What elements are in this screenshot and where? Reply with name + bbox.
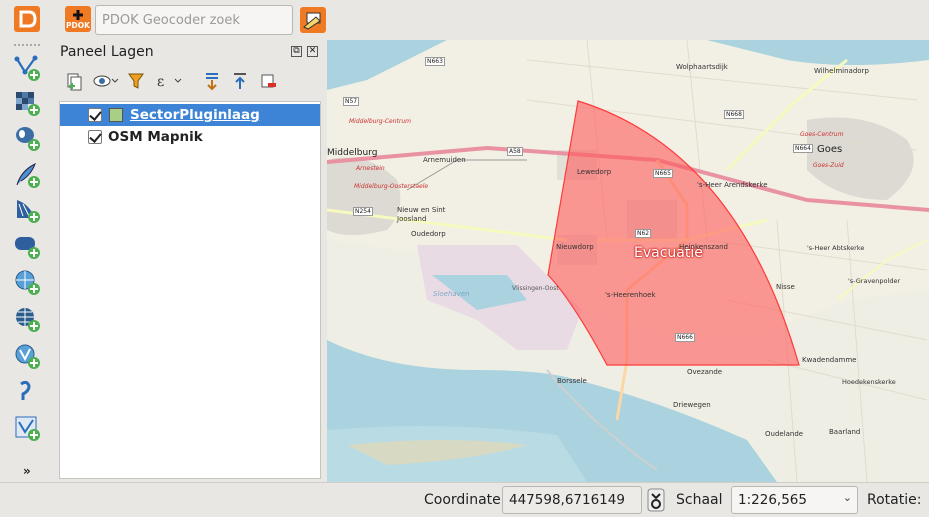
layer-name: SectorPluginlaag <box>130 107 260 123</box>
more-chevron-icon[interactable]: » <box>23 464 31 478</box>
place-label: Nieuw en Sint Joosland <box>397 206 446 223</box>
place-label: Oudedorp <box>411 230 446 238</box>
rotation-label: Rotatie: <box>867 492 922 508</box>
polygon-symbol-icon <box>109 108 123 122</box>
add-wfs-layer-icon[interactable] <box>13 342 41 370</box>
place-label: Goes-Centrum <box>800 131 844 138</box>
place-label: Heinkenszand <box>679 243 728 251</box>
layer-visibility-checkbox[interactable] <box>88 108 102 122</box>
place-label: 's-Heer Abtskerke <box>807 244 865 252</box>
road-shield: N666 <box>675 333 695 342</box>
layer-visibility-checkbox[interactable] <box>88 130 102 144</box>
layer-row-sectorpluginlaag[interactable]: SectorPluginlaag <box>60 104 320 126</box>
svg-text:ε: ε <box>157 74 164 90</box>
add-oracle-layer-icon[interactable] <box>13 232 41 260</box>
scale-value: 1:226,565 <box>738 492 807 508</box>
extents-toggle-icon[interactable] <box>647 488 665 512</box>
place-label: Goes-Zuid <box>813 162 844 169</box>
place-label: Goes <box>817 144 843 155</box>
osm-map-layer <box>327 40 929 482</box>
coordinate-field[interactable]: 447598,6716149 <box>502 486 642 514</box>
add-vector-layer-icon[interactable] <box>13 54 41 82</box>
map-canvas[interactable]: Evacuatie Wolphaartsdijk Wilhelminadorp … <box>327 40 929 482</box>
add-raster-layer-icon[interactable] <box>13 89 41 117</box>
add-group-icon[interactable] <box>65 70 83 92</box>
place-label: Driewegen <box>673 401 711 409</box>
pdok-plugin-icon[interactable]: PDOK <box>65 6 91 32</box>
place-label: Wolphaartsdijk <box>676 63 728 71</box>
place-label: Middelburg-Oosterstaele <box>354 183 429 190</box>
place-label: 's-Heerenhoek <box>605 291 656 299</box>
data-source-toolbar: » <box>0 40 55 482</box>
road-shield: N668 <box>724 110 744 119</box>
panel-title: Paneel Lagen <box>60 44 154 60</box>
layers-panel: Paneel Lagen ⧉ ✕ ε SectorPluginlaag OSM … <box>57 40 323 482</box>
clear-geocoder-icon[interactable] <box>300 7 326 33</box>
place-label: Vlissingen-Oost <box>512 285 559 292</box>
scale-combobox[interactable]: 1:226,565 ⌄ <box>731 486 858 514</box>
toolbar-grip[interactable] <box>14 44 40 46</box>
place-label: Arnemuiden <box>423 156 466 164</box>
layer-name: OSM Mapnik <box>108 129 203 145</box>
scale-label: Schaal <box>676 492 723 508</box>
float-panel-icon[interactable]: ⧉ <box>291 46 302 57</box>
status-bar: Coordinate: 447598,6716149 Schaal 1:226,… <box>0 482 929 517</box>
coordinate-label: Coordinate: <box>424 492 506 508</box>
add-mssql-layer-icon[interactable] <box>13 196 41 224</box>
filter-expression-icon[interactable]: ε <box>155 70 185 92</box>
place-label: 's-Heer Arendskerke <box>697 181 768 189</box>
place-label: 's-Gravenpolder <box>848 277 901 285</box>
road-shield: N665 <box>653 169 673 178</box>
qgis-logo-icon[interactable] <box>14 6 40 32</box>
collapse-all-icon[interactable] <box>231 70 249 92</box>
place-label: Wilhelminadorp <box>814 67 869 75</box>
add-wms-layer-icon[interactable] <box>13 268 41 296</box>
road-shield: N663 <box>425 57 445 66</box>
road-shield: N57 <box>343 97 360 106</box>
place-label: Nieuwdorp <box>556 243 594 251</box>
pdok-badge-text: PDOK <box>66 21 90 30</box>
road-shield: N664 <box>793 144 813 153</box>
geocoder-search-input[interactable] <box>95 5 293 35</box>
place-label: Borssele <box>557 377 587 385</box>
layer-tree: SectorPluginlaag OSM Mapnik <box>59 101 321 479</box>
layer-row-osm-mapnik[interactable]: OSM Mapnik <box>60 126 320 148</box>
chevron-down-icon[interactable]: ⌄ <box>843 491 852 504</box>
filter-icon[interactable] <box>127 70 145 92</box>
road-shield: N254 <box>353 207 373 216</box>
place-label: Ovezande <box>687 368 723 376</box>
add-delimited-text-layer-icon[interactable] <box>13 378 41 406</box>
place-label: Middelburg-Centrum <box>349 118 412 125</box>
add-postgis-layer-icon[interactable] <box>13 124 41 152</box>
place-label: Hoedekenskerke <box>842 378 896 386</box>
remove-layer-icon[interactable] <box>259 70 277 92</box>
place-label: Kwadendamme <box>802 356 857 364</box>
new-shapefile-layer-icon[interactable] <box>13 414 41 442</box>
place-label: Middelburg <box>327 148 378 158</box>
place-label: Arnestein <box>356 165 385 172</box>
add-spatialite-layer-icon[interactable] <box>13 161 41 189</box>
place-label: Oudelande <box>765 430 804 438</box>
expand-all-icon[interactable] <box>203 70 221 92</box>
place-label: Nisse <box>776 283 795 291</box>
visibility-eye-icon[interactable] <box>93 70 119 92</box>
place-label: Lewedorp <box>577 168 612 176</box>
place-label: Baarland <box>829 428 861 436</box>
place-label: Sloehaven <box>433 290 470 298</box>
close-panel-icon[interactable]: ✕ <box>307 46 318 57</box>
add-wcs-layer-icon[interactable] <box>13 305 41 333</box>
road-shield: N62 <box>635 229 652 238</box>
road-shield: A58 <box>507 147 523 156</box>
top-toolbar: PDOK <box>0 0 929 40</box>
